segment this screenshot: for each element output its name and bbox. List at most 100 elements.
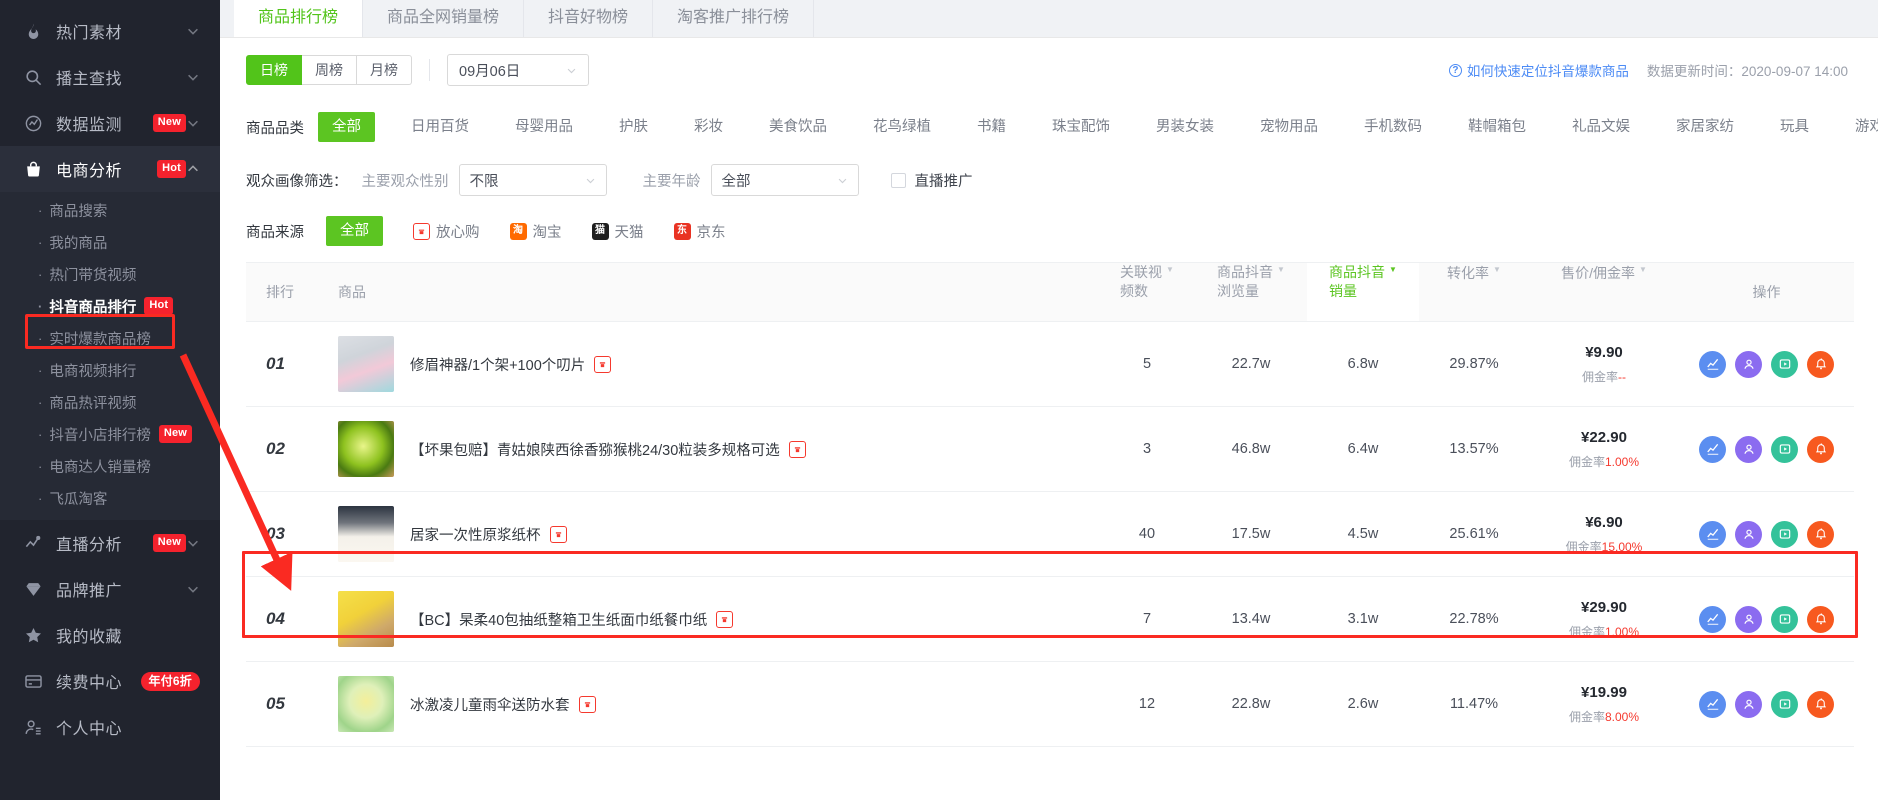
gender-select[interactable]: 不限 <box>458 164 607 196</box>
category-chip[interactable]: 礼品文娱 <box>1558 112 1644 142</box>
live-promo-checkbox-wrapper[interactable]: 直播推广 <box>890 170 973 191</box>
product-thumbnail[interactable] <box>338 591 394 647</box>
alert-bell-icon[interactable] <box>1807 605 1834 633</box>
trend-chart-icon[interactable] <box>1699 435 1726 463</box>
product-thumbnail[interactable] <box>338 421 394 477</box>
sidebar-item-realtime-hot-products[interactable]: · 实时爆款商品榜 <box>0 322 220 354</box>
sidebar-item-personal-center[interactable]: 个人中心 <box>0 704 220 750</box>
audience-icon[interactable] <box>1735 435 1762 463</box>
category-chip[interactable]: 家居家纺 <box>1662 112 1748 142</box>
audience-icon[interactable] <box>1735 690 1762 718</box>
sidebar-item-brand-promotion[interactable]: 品牌推广 <box>0 566 220 612</box>
sidebar-item-influencer-sales-rank[interactable]: · 电商达人销量榜 <box>0 450 220 482</box>
help-link[interactable]: ? 如何快速定位抖音爆款商品 <box>1448 60 1629 80</box>
category-chip[interactable]: 日用百货 <box>397 112 483 142</box>
category-chip[interactable]: 护肤 <box>605 112 662 142</box>
video-play-icon[interactable] <box>1771 690 1798 718</box>
product-title-wrap[interactable]: 修眉神器/1个架+100个叨片 <box>410 354 612 375</box>
table-row[interactable]: 03 居家一次性原浆纸杯 40 17.5w 4.5w 25.61% ¥6.90 佣金率15.0… <box>246 492 1854 577</box>
video-play-icon[interactable] <box>1771 350 1798 378</box>
shop-tag-icon[interactable] <box>716 610 734 628</box>
age-select[interactable]: 全部 <box>710 164 859 196</box>
category-chip[interactable]: 书籍 <box>963 112 1020 142</box>
product-title-wrap[interactable]: 【坏果包赔】青姑娘陕西徐香猕猴桃24/30粒装多规格可选 <box>410 439 806 460</box>
range-weekly-button[interactable]: 周榜 <box>302 55 357 85</box>
audience-icon[interactable] <box>1735 605 1762 633</box>
sort-arrow-icon[interactable]: ▼ <box>1493 266 1501 274</box>
alert-bell-icon[interactable] <box>1807 690 1834 718</box>
sidebar-item-douyin-product-rank[interactable]: · 抖音商品排行 Hot <box>0 290 220 322</box>
product-title-wrap[interactable]: 居家一次性原浆纸杯 <box>410 524 567 545</box>
tab-douyin-goods-rank[interactable]: 抖音好物榜 <box>524 0 654 37</box>
sidebar-item-product-hot-comment-videos[interactable]: · 商品热评视频 <box>0 386 220 418</box>
alert-bell-icon[interactable] <box>1807 350 1834 378</box>
video-play-icon[interactable] <box>1771 605 1798 633</box>
sidebar-item-my-favorites[interactable]: 我的收藏 <box>0 612 220 658</box>
source-item-fangxingou[interactable]: 放心购 <box>413 221 480 242</box>
table-row[interactable]: 04 【BC】杲柔40包抽纸整箱卫生纸面巾纸餐巾纸 7 13.4w 3.1w 22.78%… <box>246 577 1854 662</box>
category-chip[interactable]: 鞋帽箱包 <box>1454 112 1540 142</box>
th-sales[interactable]: 商品抖音 销量 ▼ <box>1307 263 1419 321</box>
th-views[interactable]: 商品抖音 浏览量 ▼ <box>1195 263 1307 321</box>
trend-chart-icon[interactable] <box>1699 690 1726 718</box>
category-chip[interactable]: 全部 <box>318 112 375 142</box>
tab-taoke-promo-rank[interactable]: 淘客推广排行榜 <box>653 0 815 37</box>
audience-icon[interactable] <box>1735 520 1762 548</box>
sidebar-item-data-monitor[interactable]: 数据监测 New <box>0 100 220 146</box>
sidebar-item-my-products[interactable]: · 我的商品 <box>0 226 220 258</box>
sidebar-item-live-analysis[interactable]: 直播分析 New <box>0 520 220 566</box>
video-play-icon[interactable] <box>1771 520 1798 548</box>
sidebar-item-product-search[interactable]: · 商品搜索 <box>0 194 220 226</box>
sort-arrow-icon[interactable]: ▼ <box>1166 266 1174 274</box>
trend-chart-icon[interactable] <box>1699 350 1726 378</box>
category-chip[interactable]: 游戏 <box>1841 112 1878 142</box>
sort-arrow-icon[interactable]: ▼ <box>1389 266 1397 274</box>
th-video-count[interactable]: 关联视 频数 ▼ <box>1099 263 1195 321</box>
date-picker[interactable]: 09月06日 <box>447 54 589 86</box>
sidebar-item-feigua-taoke[interactable]: · 飞瓜淘客 <box>0 482 220 514</box>
range-daily-button[interactable]: 日榜 <box>246 55 302 85</box>
sidebar-item-ecommerce-video-rank[interactable]: · 电商视频排行 <box>0 354 220 386</box>
category-chip[interactable]: 玩具 <box>1766 112 1823 142</box>
source-item-taobao[interactable]: 淘 淘宝 <box>509 221 562 242</box>
trend-chart-icon[interactable] <box>1699 605 1726 633</box>
product-thumbnail[interactable] <box>338 676 394 732</box>
sidebar-item-ecommerce-analysis[interactable]: 电商分析 Hot <box>0 146 220 192</box>
tab-product-rank[interactable]: 商品排行榜 <box>234 0 364 37</box>
range-monthly-button[interactable]: 月榜 <box>357 55 412 85</box>
tab-all-network-sales-rank[interactable]: 商品全网销量榜 <box>363 0 525 37</box>
source-chip-all[interactable]: 全部 <box>326 216 383 246</box>
th-conversion[interactable]: 转化率 ▼ <box>1419 263 1529 321</box>
category-chip[interactable]: 花鸟绿植 <box>859 112 945 142</box>
category-chip[interactable]: 美食饮品 <box>755 112 841 142</box>
audience-icon[interactable] <box>1735 350 1762 378</box>
category-chip[interactable]: 珠宝配饰 <box>1038 112 1124 142</box>
shop-tag-icon[interactable] <box>594 355 612 373</box>
shop-tag-icon[interactable] <box>578 695 596 713</box>
video-play-icon[interactable] <box>1771 435 1798 463</box>
alert-bell-icon[interactable] <box>1807 520 1834 548</box>
sidebar-item-host-search[interactable]: 播主查找 <box>0 54 220 100</box>
live-promo-checkbox[interactable] <box>890 172 906 188</box>
alert-bell-icon[interactable] <box>1807 435 1834 463</box>
category-chip[interactable]: 彩妆 <box>680 112 737 142</box>
sidebar-item-hot-material[interactable]: 热门素材 <box>0 8 220 54</box>
category-chip[interactable]: 手机数码 <box>1350 112 1436 142</box>
product-thumbnail[interactable] <box>338 336 394 392</box>
sidebar-item-renewal-center[interactable]: 续费中心 年付6折 <box>0 658 220 704</box>
category-chip[interactable]: 宠物用品 <box>1246 112 1332 142</box>
sort-arrow-icon[interactable]: ▼ <box>1277 266 1285 274</box>
product-thumbnail[interactable] <box>338 506 394 562</box>
th-price-commission[interactable]: 售价/佣金率 ▼ <box>1529 263 1679 321</box>
shop-tag-icon[interactable] <box>788 440 806 458</box>
source-item-tmall[interactable]: 猫 天猫 <box>591 221 644 242</box>
table-row[interactable]: 01 修眉神器/1个架+100个叨片 5 22.7w 6.8w 29.87% ¥9.90 佣金… <box>246 322 1854 407</box>
category-chip[interactable]: 男装女装 <box>1142 112 1228 142</box>
product-title-wrap[interactable]: 【BC】杲柔40包抽纸整箱卫生纸面巾纸餐巾纸 <box>410 609 734 630</box>
sidebar-item-douyin-shop-rank[interactable]: · 抖音小店排行榜 New <box>0 418 220 450</box>
table-row[interactable]: 05 冰激凌儿童雨伞送防水套 12 22.8w 2.6w 11.47% ¥19.99 佣金率8… <box>246 662 1854 747</box>
sidebar-item-hot-sales-videos[interactable]: · 热门带货视频 <box>0 258 220 290</box>
shop-tag-icon[interactable] <box>549 525 567 543</box>
trend-chart-icon[interactable] <box>1699 520 1726 548</box>
sort-arrow-icon[interactable]: ▼ <box>1639 266 1647 274</box>
